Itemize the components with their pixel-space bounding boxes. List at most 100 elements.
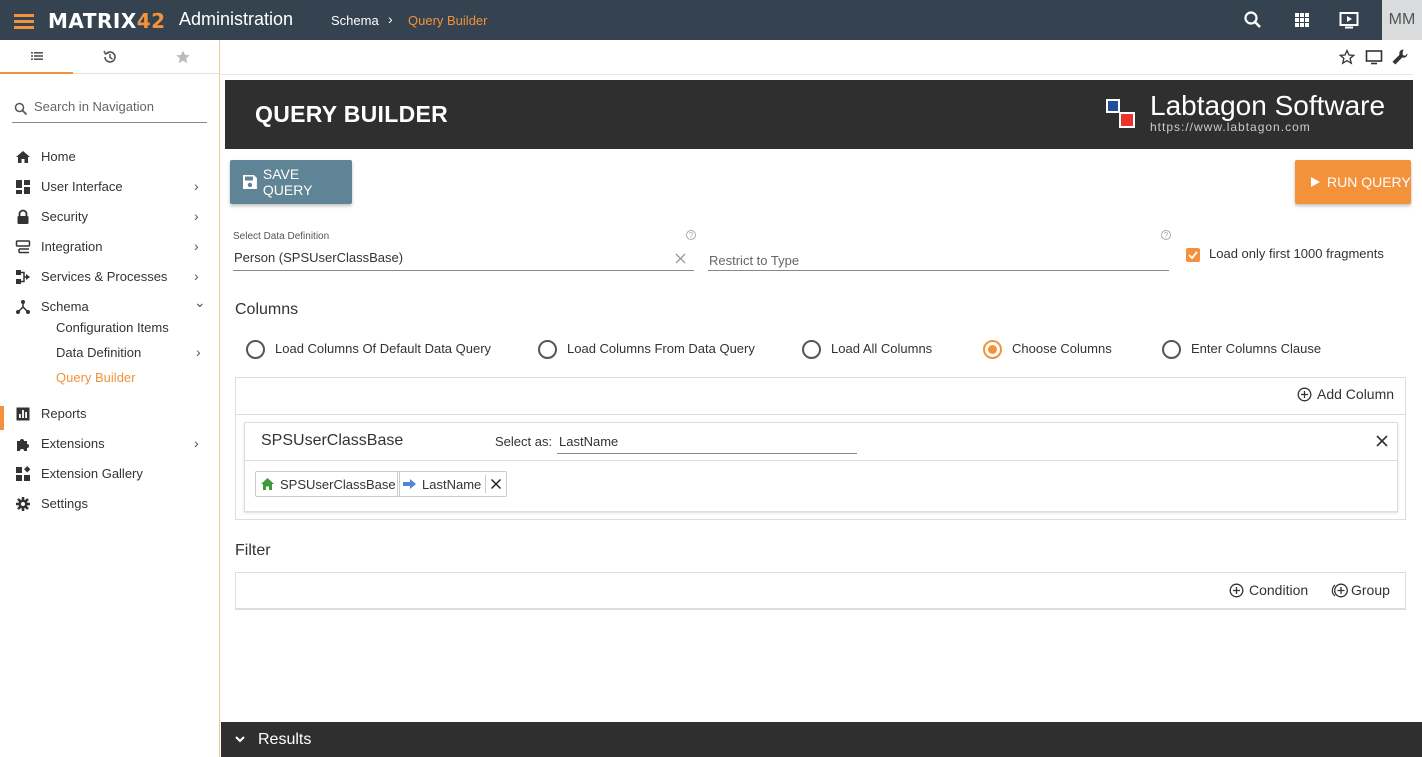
radio-label: Choose Columns	[1012, 341, 1112, 356]
sidebar-item-reports[interactable]: Reports	[0, 399, 219, 429]
sidebar-item-extension-gallery[interactable]: Extension Gallery	[0, 459, 219, 489]
sidebar-tabs	[0, 40, 219, 74]
sidebar-subitem-data-definition[interactable]: Data Definition	[56, 345, 141, 360]
save-icon	[242, 175, 257, 189]
chevron-right-icon: ›	[194, 178, 199, 194]
search-icon[interactable]	[1243, 10, 1263, 30]
tab-favorites[interactable]	[146, 40, 219, 74]
radio-default-data-query[interactable]	[246, 340, 265, 359]
search-navigation-input[interactable]: Search in Navigation	[12, 96, 207, 123]
sidebar-item-schema[interactable]: Schema ⌄	[0, 292, 219, 322]
sidebar-item-settings[interactable]: Settings	[0, 489, 219, 519]
data-definition-select[interactable]: Person (SPSUserClassBase)	[234, 250, 403, 265]
add-circle-icon	[1297, 387, 1312, 401]
gallery-icon	[16, 466, 31, 481]
sidebar-item-security[interactable]: Security ›	[0, 202, 219, 232]
labtagon-logo	[1106, 99, 1135, 128]
dashboard-icon	[16, 180, 30, 194]
chevron-right-icon: ›	[194, 268, 199, 284]
add-group-icon	[1331, 583, 1348, 597]
add-column-button[interactable]: Add Column	[1297, 386, 1394, 402]
radio-columns-clause[interactable]	[1162, 340, 1181, 359]
save-query-button[interactable]: SAVE QUERY	[230, 160, 352, 204]
run-query-button[interactable]: RUN QUERY	[1295, 160, 1411, 204]
chevron-right-icon: ›	[196, 344, 201, 360]
restrict-to-type-input[interactable]: Restrict to Type	[709, 253, 799, 268]
breadcrumb-query-builder[interactable]: Query Builder	[408, 13, 487, 28]
tab-navigation[interactable]	[0, 40, 73, 74]
load-first-label: Load only first 1000 fragments	[1209, 246, 1384, 261]
scrollbar[interactable]	[1413, 40, 1422, 722]
avatar[interactable]: MM	[1382, 0, 1422, 40]
column-card: SPSUserClassBase Select as: LastName SPS…	[244, 422, 1398, 512]
sidebar-item-user-interface[interactable]: User Interface ›	[0, 172, 219, 202]
select-as-input[interactable]: LastName	[559, 434, 618, 449]
sidebar-item-services-processes[interactable]: Services & Processes ›	[0, 262, 219, 292]
clear-icon[interactable]	[675, 253, 686, 264]
wrench-icon[interactable]	[1391, 48, 1409, 66]
home-icon	[261, 478, 274, 490]
play-icon	[1311, 177, 1320, 187]
add-condition-button[interactable]: Condition	[1229, 582, 1308, 598]
path-chip-class[interactable]: SPSUserClassBase	[255, 471, 400, 497]
data-definition-label: Select Data Definition	[233, 231, 330, 242]
select-as-label: Select as:	[495, 434, 553, 449]
radio-label: Load Columns Of Default Data Query	[275, 341, 492, 356]
add-circle-icon	[1229, 583, 1244, 597]
search-icon	[14, 102, 28, 116]
apps-grid-icon[interactable]	[1292, 10, 1312, 30]
favorite-star-icon[interactable]	[1339, 49, 1355, 65]
tab-history[interactable]	[73, 40, 146, 74]
radio-all-columns[interactable]	[802, 340, 821, 359]
lock-icon	[17, 209, 29, 224]
logo[interactable]: MATRIX42	[48, 9, 166, 33]
load-first-checkbox[interactable]	[1186, 248, 1200, 262]
add-group-button[interactable]: Group	[1331, 582, 1390, 598]
star-icon	[175, 50, 190, 64]
results-panel-toggle[interactable]: Results	[221, 722, 1422, 757]
tool-strip	[221, 40, 1422, 75]
chevron-right-icon: ›	[194, 208, 199, 224]
sidebar: Search in Navigation Home User Interface…	[0, 40, 220, 757]
radio-label: Enter Columns Clause	[1191, 341, 1322, 356]
radio-label: Load All Columns	[831, 341, 933, 356]
filter-section-title: Filter	[235, 542, 271, 559]
help-icon[interactable]: ?	[1161, 230, 1171, 240]
history-icon	[102, 50, 116, 63]
reports-icon	[16, 407, 30, 421]
breadcrumb-schema[interactable]: Schema	[331, 13, 379, 28]
sidebar-item-integration[interactable]: Integration ›	[0, 232, 219, 262]
page-header: QUERY BUILDER Labtagon Software https://…	[225, 80, 1422, 149]
schema-icon	[16, 300, 30, 314]
remove-icon[interactable]	[490, 478, 502, 490]
radio-label: Load Columns From Data Query	[567, 341, 755, 356]
select-as-underline	[557, 453, 857, 454]
column-class-name: SPSUserClassBase	[261, 432, 404, 449]
gear-icon	[16, 497, 30, 511]
sidebar-subitem-configuration-items[interactable]: Configuration Items	[56, 320, 169, 335]
page-title: QUERY BUILDER	[255, 101, 449, 127]
sidebar-subitem-query-builder[interactable]: Query Builder	[56, 370, 135, 385]
data-definition-underline	[233, 270, 694, 271]
divider	[236, 414, 1405, 415]
radio-from-data-query[interactable]	[538, 340, 557, 359]
help-icon[interactable]: ?	[686, 230, 696, 240]
filter-panel: Condition Group	[235, 572, 1406, 610]
close-icon[interactable]	[1376, 435, 1388, 447]
columns-section-title: Columns	[235, 301, 299, 318]
brand-name: Labtagon Software	[1150, 90, 1386, 121]
restrict-underline	[708, 270, 1169, 271]
integration-icon	[15, 240, 31, 254]
columns-panel: Add Column SPSUserClassBase Select as: L…	[235, 377, 1406, 520]
app-title: Administration	[179, 9, 294, 29]
radio-choose-columns[interactable]	[983, 340, 1002, 359]
breadcrumb-separator: ›	[388, 11, 393, 27]
monitor-icon[interactable]	[1365, 49, 1383, 65]
path-chip-property[interactable]: LastName	[397, 471, 508, 497]
sidebar-item-home[interactable]: Home	[0, 142, 219, 172]
divider	[245, 460, 1397, 461]
chevron-down-icon	[235, 736, 245, 743]
menu-icon[interactable]	[14, 11, 34, 29]
sidebar-item-extensions[interactable]: Extensions ›	[0, 429, 219, 459]
screen-play-icon[interactable]	[1339, 10, 1359, 30]
